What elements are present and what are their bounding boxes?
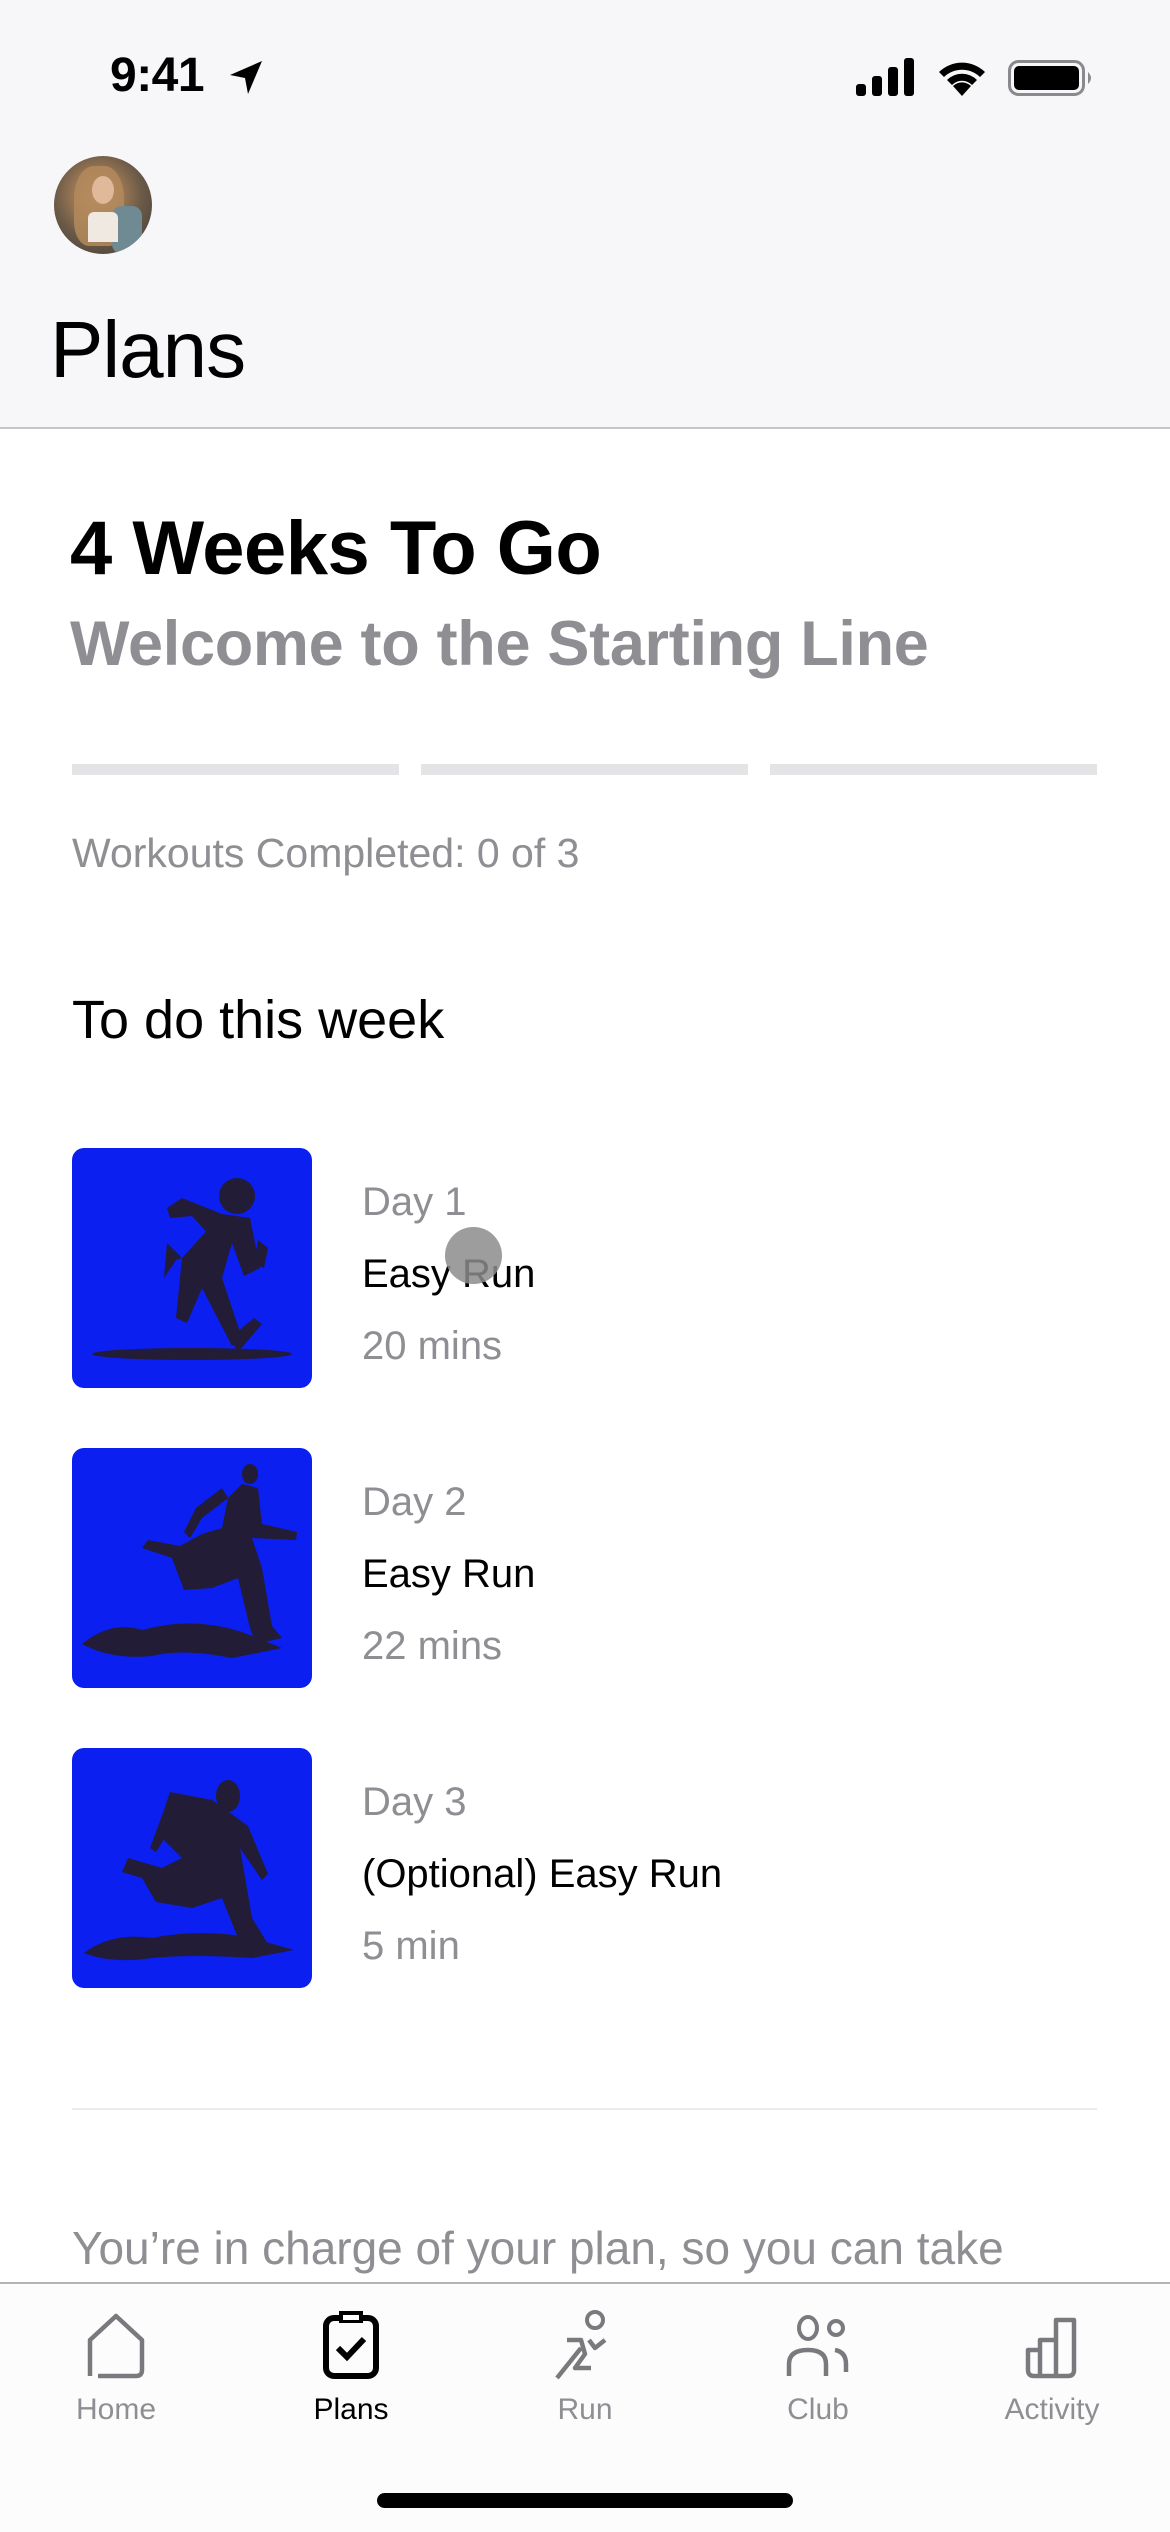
workout-duration: 20 mins bbox=[362, 1324, 503, 1368]
tab-activity[interactable]: Activity bbox=[952, 2284, 1152, 2454]
bar-chart-icon bbox=[1025, 2317, 1077, 2379]
runner-illustration-2 bbox=[72, 1448, 312, 1688]
plan-title: 4 Weeks To Go bbox=[70, 506, 602, 591]
progress-segment bbox=[72, 764, 399, 775]
progress-segment bbox=[770, 764, 1097, 775]
tab-label: Home bbox=[75, 2393, 157, 2426]
page-title: Plans bbox=[50, 305, 246, 394]
touch-indicator bbox=[445, 1227, 502, 1284]
tab-home[interactable]: Home bbox=[16, 2284, 216, 2454]
workout-item[interactable]: Day 1 Easy Run 20 mins bbox=[72, 1148, 1098, 1388]
divider bbox=[72, 2108, 1097, 2110]
header-area: 9:41 Plans bbox=[0, 0, 1170, 429]
people-icon bbox=[786, 2315, 849, 2376]
workout-day: Day 3 bbox=[362, 1780, 467, 1824]
section-title-this-week: To do this week bbox=[72, 990, 445, 1050]
workout-name: (Optional) Easy Run bbox=[362, 1852, 723, 1896]
runner-illustration-1 bbox=[72, 1148, 312, 1388]
workout-duration: 22 mins bbox=[362, 1624, 503, 1668]
workout-duration: 5 min bbox=[362, 1924, 460, 1968]
progress-segment bbox=[421, 764, 748, 775]
runner-illustration-3 bbox=[72, 1748, 312, 1988]
battery-icon bbox=[1008, 60, 1091, 96]
cellular-signal-icon bbox=[856, 58, 914, 96]
workout-day: Day 2 bbox=[362, 1480, 467, 1524]
workout-item[interactable]: Day 3 (Optional) Easy Run 5 min bbox=[72, 1748, 1098, 1988]
tab-club[interactable]: Club bbox=[718, 2284, 918, 2454]
workout-progress-bar bbox=[72, 764, 1097, 775]
home-icon bbox=[87, 2313, 145, 2379]
avatar[interactable] bbox=[54, 156, 152, 254]
workout-name: Easy Run bbox=[362, 1552, 536, 1596]
plan-info-text: You’re in charge of your plan, so you ca… bbox=[72, 2222, 1004, 2274]
tab-plans[interactable]: Plans bbox=[251, 2284, 451, 2454]
home-indicator[interactable] bbox=[377, 2493, 793, 2508]
workouts-completed-label: Workouts Completed: 0 of 3 bbox=[72, 830, 580, 876]
clipboard-check-icon bbox=[323, 2311, 379, 2379]
workout-item[interactable]: Day 2 Easy Run 22 mins bbox=[72, 1448, 1098, 1688]
runner-icon bbox=[555, 2310, 607, 2380]
location-arrow-icon bbox=[230, 61, 262, 94]
tab-label: Club bbox=[787, 2393, 849, 2426]
tab-label: Run bbox=[557, 2393, 613, 2426]
status-time: 9:41 bbox=[110, 49, 205, 102]
tab-run[interactable]: Run bbox=[485, 2284, 685, 2454]
tab-label: Activity bbox=[1004, 2393, 1100, 2426]
plan-subtitle: Welcome to the Starting Line bbox=[70, 609, 929, 679]
workout-day: Day 1 bbox=[362, 1180, 467, 1224]
tab-label: Plans bbox=[313, 2393, 389, 2426]
wifi-icon bbox=[939, 62, 985, 96]
